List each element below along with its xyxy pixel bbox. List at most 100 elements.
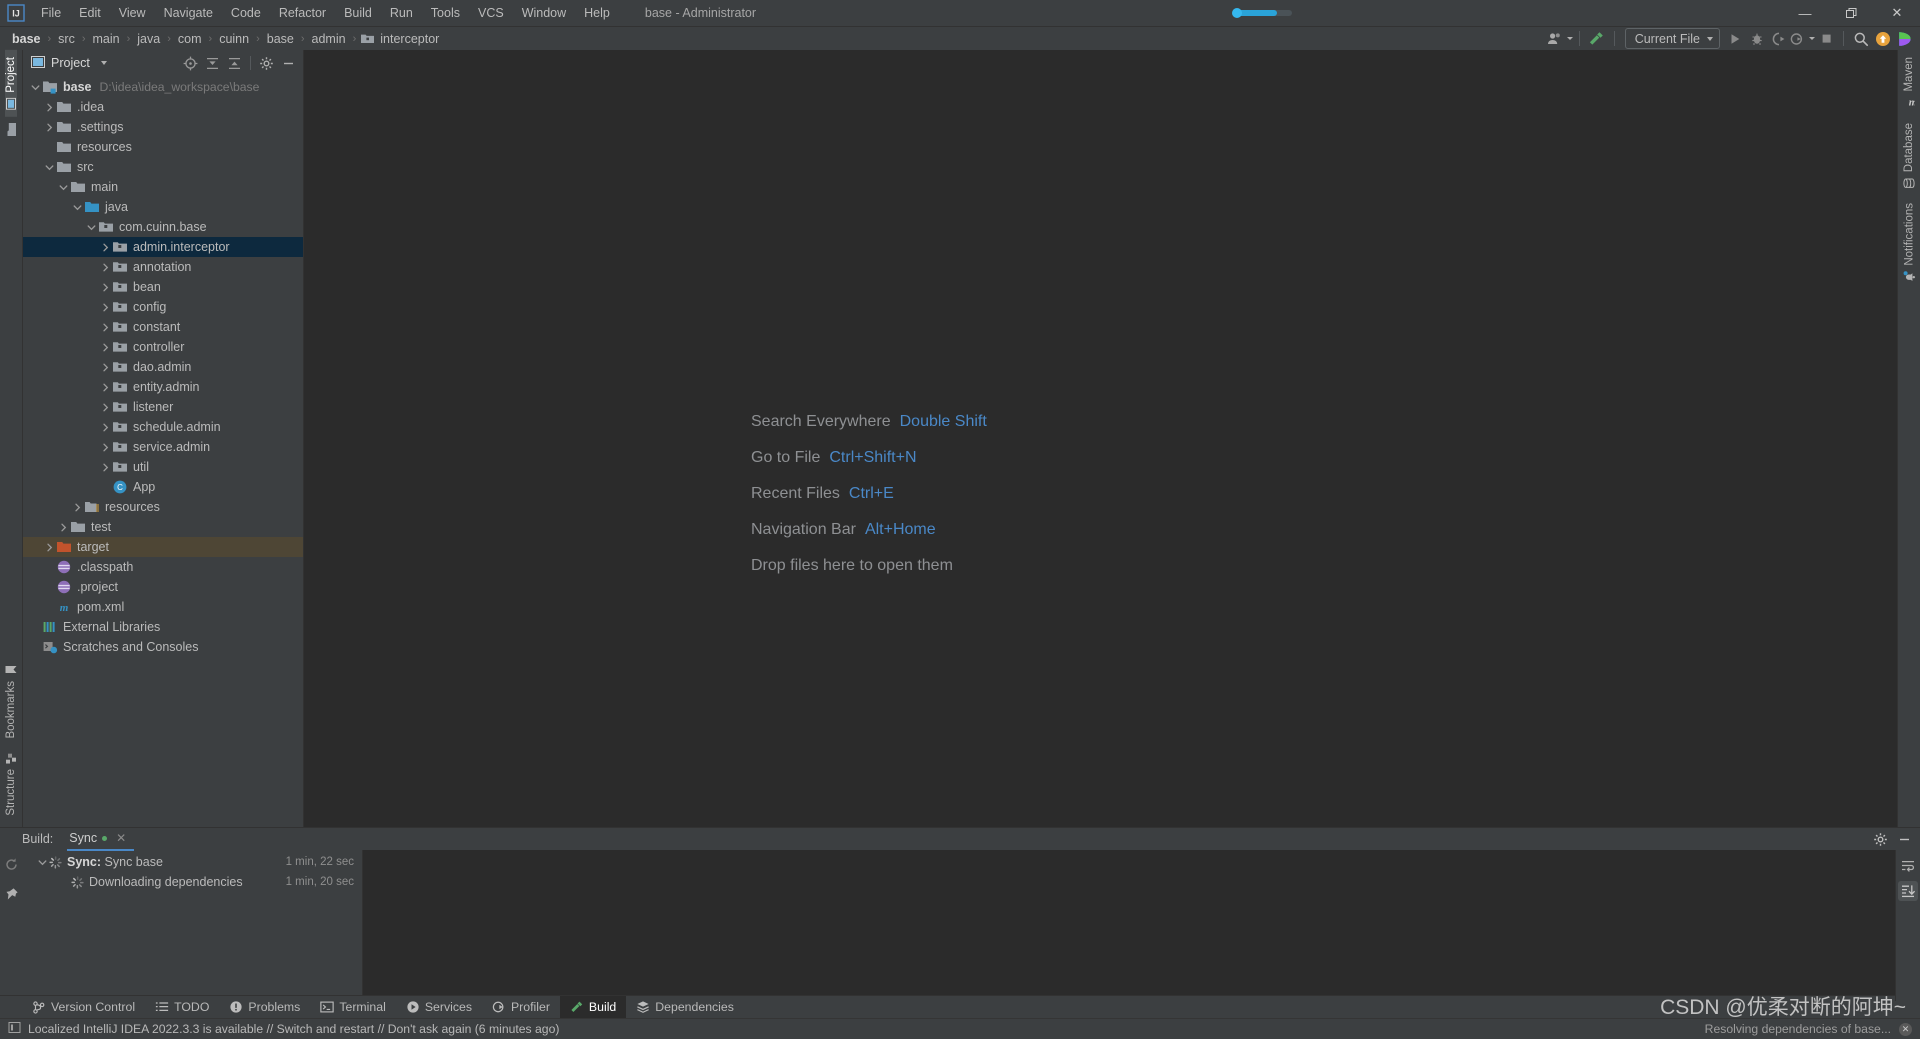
close-icon[interactable]: ✕ (1899, 1022, 1912, 1036)
tree-node-schedule-admin[interactable]: schedule.admin (23, 417, 303, 437)
tree-node-external-libraries[interactable]: External Libraries (23, 617, 303, 637)
collapse-all-icon[interactable] (224, 53, 245, 74)
tool-window-tab-problems[interactable]: Problems (219, 996, 310, 1018)
build-detail-pane[interactable] (362, 850, 1920, 1001)
build-output-tree[interactable]: Sync: Sync base 1 min, 22 sec Downloading … (22, 850, 362, 995)
run-with-coverage-icon[interactable] (1768, 28, 1790, 49)
menu-help[interactable]: Help (575, 0, 619, 26)
expand-arrow-icon[interactable] (29, 77, 42, 97)
sidebar-item-structure[interactable]: Structure (5, 745, 17, 823)
tool-window-tab-dependencies[interactable]: Dependencies (626, 996, 744, 1018)
expand-arrow-icon[interactable] (99, 397, 112, 417)
tool-window-tab-build[interactable]: Build (559, 996, 627, 1018)
run-triangle-icon[interactable] (1724, 28, 1746, 49)
expand-arrow-icon[interactable] (99, 377, 112, 397)
sidebar-item-maven[interactable]: m Maven (1903, 50, 1918, 116)
breadcrumb-item-src[interactable]: src (56, 32, 77, 46)
breadcrumb-item-main[interactable]: main (91, 32, 122, 46)
expand-arrow-icon[interactable] (99, 237, 112, 257)
expand-arrow-icon[interactable] (43, 157, 56, 177)
expand-arrow-icon[interactable] (43, 117, 56, 137)
tree-node-pom-xml[interactable]: m pom.xml (23, 597, 303, 617)
soft-wrap-icon[interactable] (1898, 856, 1918, 876)
tree-node-resources[interactable]: resources (23, 497, 303, 517)
tree-node-constant[interactable]: constant (23, 317, 303, 337)
breadcrumb-item-base[interactable]: base (10, 32, 43, 46)
build-tab-sync[interactable]: Sync ✕ (67, 827, 135, 851)
tree-node-resources[interactable]: resources (23, 137, 303, 157)
tree-node--classpath[interactable]: .classpath (23, 557, 303, 577)
expand-arrow-icon[interactable] (71, 197, 84, 217)
update-available-icon[interactable] (1872, 28, 1894, 49)
tree-node-controller[interactable]: controller (23, 337, 303, 357)
expand-arrow-icon[interactable] (43, 97, 56, 117)
tree-node-target[interactable]: target (23, 537, 303, 557)
profiler-run-icon[interactable] (1790, 28, 1815, 49)
expand-arrow-icon[interactable] (99, 297, 112, 317)
tree-node-scratches-and-consoles[interactable]: Scratches and Consoles (23, 637, 303, 657)
tree-node-base[interactable]: base D:\idea\idea_workspace\base (23, 77, 303, 97)
expand-arrow-icon[interactable] (99, 437, 112, 457)
expand-arrow-icon[interactable] (99, 357, 112, 377)
sidebar-item-database[interactable]: Database (1903, 116, 1915, 196)
expand-arrow-icon[interactable] (85, 217, 98, 237)
maximize-button[interactable] (1828, 0, 1874, 26)
breadcrumb-item-admin[interactable]: admin (310, 32, 348, 46)
search-magnifier-icon[interactable] (1850, 28, 1872, 49)
expand-arrow-icon[interactable] (57, 517, 70, 537)
tool-window-tab-version-control[interactable]: Version Control (22, 996, 145, 1018)
build-row[interactable]: Sync: Sync base 1 min, 22 sec (22, 852, 362, 872)
expand-arrow-icon[interactable] (99, 257, 112, 277)
tree-node-admin-interceptor[interactable]: admin.interceptor (23, 237, 303, 257)
breadcrumb-item-interceptor[interactable]: interceptor (378, 32, 441, 46)
close-button[interactable]: ✕ (1874, 0, 1920, 26)
expand-all-icon[interactable] (202, 53, 223, 74)
tree-node--project[interactable]: .project (23, 577, 303, 597)
tree-node-annotation[interactable]: annotation (23, 257, 303, 277)
tree-node-config[interactable]: config (23, 297, 303, 317)
tree-node-java[interactable]: java (23, 197, 303, 217)
menu-window[interactable]: Window (513, 0, 575, 26)
tree-node-util[interactable]: util (23, 457, 303, 477)
tool-window-tab-services[interactable]: Services (396, 996, 482, 1018)
tool-window-tab-todo[interactable]: TODO (145, 996, 219, 1018)
editor-area[interactable]: Search Everywhere Double Shift Go to File… (304, 50, 1897, 827)
menu-view[interactable]: View (110, 0, 155, 26)
status-message[interactable]: Localized IntelliJ IDEA 2022.3.3 is avai… (28, 1022, 559, 1036)
sidebar-item-bookmarks[interactable]: Bookmarks (5, 657, 17, 746)
menu-build[interactable]: Build (335, 0, 381, 26)
breadcrumb-item-base2[interactable]: base (265, 32, 296, 46)
tree-node-test[interactable]: test (23, 517, 303, 537)
expand-arrow-icon[interactable] (99, 317, 112, 337)
breadcrumb-item-cuinn[interactable]: cuinn (217, 32, 251, 46)
menu-refactor[interactable]: Refactor (270, 0, 335, 26)
tree-node--settings[interactable]: .settings (23, 117, 303, 137)
expand-arrow-icon[interactable] (99, 457, 112, 477)
settings-gear-icon[interactable] (1870, 829, 1890, 849)
debug-bug-icon[interactable] (1746, 28, 1768, 49)
hide-panel-icon[interactable] (1894, 829, 1914, 849)
tree-node-com-cuinn-base[interactable]: com.cuinn.base (23, 217, 303, 237)
close-tab-icon[interactable]: ✕ (116, 831, 126, 845)
breadcrumb-item-com[interactable]: com (176, 32, 204, 46)
scroll-to-end-icon[interactable] (1898, 881, 1918, 901)
user-profile-icon[interactable] (1547, 28, 1573, 49)
build-row[interactable]: Downloading dependencies 1 min, 20 sec (22, 872, 362, 892)
expand-arrow-icon[interactable] (36, 852, 49, 872)
tool-window-tab-profiler[interactable]: Profiler (482, 996, 560, 1018)
sidebar-item-notifications[interactable]: Notifications (1903, 196, 1916, 291)
tree-node-listener[interactable]: listener (23, 397, 303, 417)
tree-node-entity-admin[interactable]: entity.admin (23, 377, 303, 397)
expand-arrow-icon[interactable] (71, 497, 84, 517)
build-hammer-icon[interactable] (1586, 28, 1608, 49)
expand-arrow-icon[interactable] (99, 277, 112, 297)
tree-node-src[interactable]: src (23, 157, 303, 177)
hide-panel-icon[interactable] (278, 53, 299, 74)
tree-node--idea[interactable]: .idea (23, 97, 303, 117)
menu-edit[interactable]: Edit (70, 0, 110, 26)
play-colored-icon[interactable] (1894, 28, 1916, 49)
sidebar-item-commit[interactable] (5, 117, 18, 142)
menu-code[interactable]: Code (222, 0, 270, 26)
rerun-icon[interactable] (1, 854, 21, 874)
minimize-button[interactable]: — (1782, 0, 1828, 26)
